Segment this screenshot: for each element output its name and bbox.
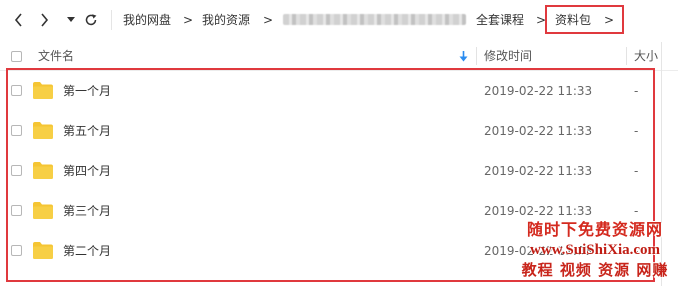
list-item[interactable]: 第三个月 2019-02-22 11:33 - (0, 191, 660, 231)
folder-icon (33, 202, 53, 219)
forward-arrow-icon (40, 13, 48, 27)
forward-button[interactable] (35, 10, 53, 30)
folder-icon (33, 162, 53, 179)
breadcrumb-separator: > (183, 13, 194, 27)
back-arrow-icon (14, 13, 22, 27)
column-divider[interactable] (626, 47, 627, 65)
file-size: - (634, 204, 639, 218)
file-size: - (634, 164, 639, 178)
file-name[interactable]: 第五个月 (63, 123, 111, 139)
file-size: - (634, 84, 639, 98)
file-name[interactable]: 第三个月 (63, 203, 111, 219)
folder-icon (33, 82, 53, 99)
row-checkbox[interactable] (11, 165, 22, 176)
file-name[interactable]: 第一个月 (63, 83, 111, 99)
row-checkbox[interactable] (11, 205, 22, 216)
sort-down-icon[interactable] (459, 51, 468, 62)
refresh-button[interactable] (82, 10, 100, 30)
back-button[interactable] (9, 10, 27, 30)
folder-icon (33, 242, 53, 259)
row-checkbox[interactable] (11, 125, 22, 136)
column-header: 文件名 修改时间 大小 (0, 42, 678, 71)
list-item[interactable]: 第四个月 2019-02-22 11:33 - (0, 151, 660, 191)
row-checkbox[interactable] (11, 85, 22, 96)
toolbar-divider (111, 10, 112, 30)
history-dropdown-button[interactable] (62, 10, 80, 30)
breadcrumb-my-drive[interactable]: 我的网盘 (123, 11, 171, 29)
list-item[interactable]: 第一个月 2019-02-22 11:33 - (0, 71, 660, 111)
file-name[interactable]: 第二个月 (63, 243, 111, 259)
scrollbar-track[interactable] (661, 42, 662, 286)
toolbar: 我的网盘 > 我的资源 > 全套课程 > 资料包 > (0, 0, 678, 40)
column-modified-header[interactable]: 修改时间 (484, 48, 532, 64)
column-divider[interactable] (476, 47, 477, 65)
file-size: - (634, 244, 639, 258)
column-size-header[interactable]: 大小 (634, 48, 658, 64)
dropdown-caret-icon (67, 17, 75, 22)
file-modified-time: 2019-02-22 11:33 (484, 244, 593, 258)
current-folder-highlight (545, 5, 624, 34)
file-size: - (634, 124, 639, 138)
folder-icon (33, 122, 53, 139)
file-modified-time: 2019-02-22 11:33 (484, 84, 593, 98)
file-modified-time: 2019-02-22 11:33 (484, 164, 593, 178)
breadcrumb-separator: > (263, 13, 274, 27)
breadcrumb-my-resources[interactable]: 我的资源 (202, 11, 250, 29)
list-item[interactable]: 第二个月 2019-02-22 11:33 - (0, 231, 660, 271)
breadcrumb-redacted-path[interactable] (283, 14, 466, 25)
list-item[interactable]: 第五个月 2019-02-22 11:33 - (0, 111, 660, 151)
file-name[interactable]: 第四个月 (63, 163, 111, 179)
column-name-header[interactable]: 文件名 (38, 48, 74, 64)
file-modified-time: 2019-02-22 11:33 (484, 204, 593, 218)
row-checkbox[interactable] (11, 245, 22, 256)
breadcrumb-full-course[interactable]: 全套课程 (476, 11, 524, 29)
select-all-checkbox[interactable] (11, 51, 22, 62)
refresh-icon (85, 14, 97, 26)
file-modified-time: 2019-02-22 11:33 (484, 124, 593, 138)
